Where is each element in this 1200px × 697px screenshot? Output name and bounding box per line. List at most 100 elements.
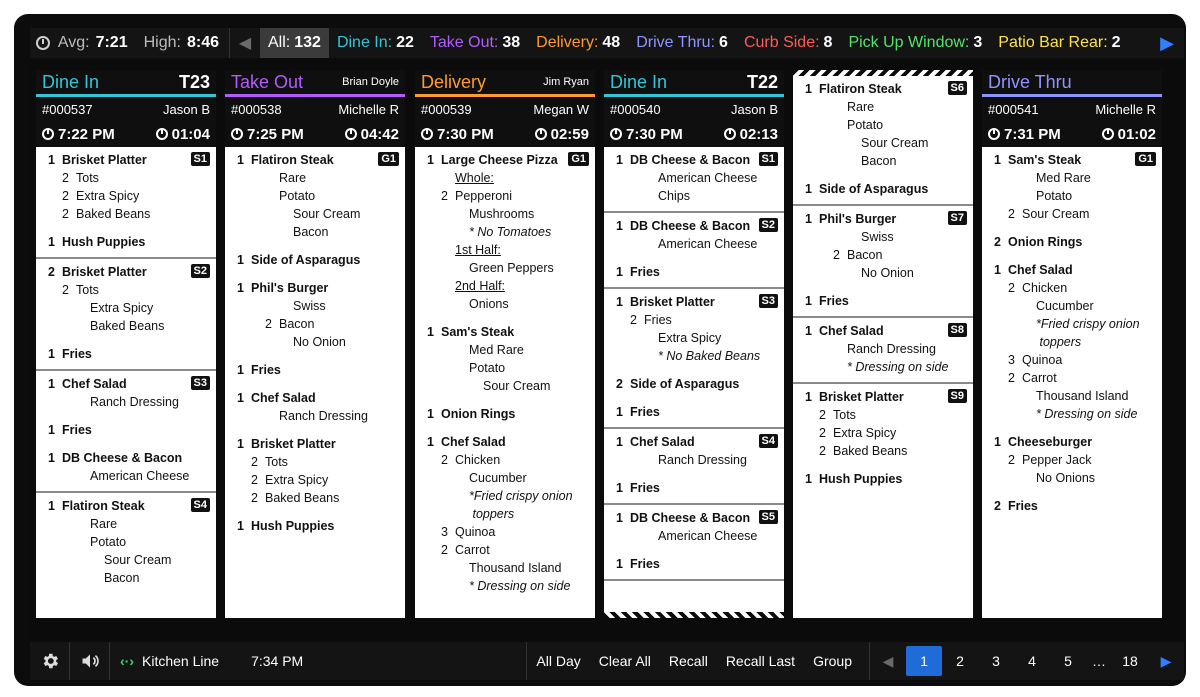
item-text: Pepperoni [455, 189, 512, 203]
item-text: Sour Cream [861, 136, 929, 150]
filters-next-arrow-icon[interactable]: ▶ [1150, 28, 1184, 58]
item-text: Baked Beans [90, 319, 165, 333]
order-type: Drive Thru [988, 71, 1072, 92]
item-line: 1 Brisket Platter [36, 151, 216, 169]
order-ticket[interactable]: Dine In T22 #000540 Jason B 7:30 PM 02:13 S1 1 D… [604, 70, 784, 618]
volume-speaker-icon[interactable] [70, 642, 110, 680]
page-button-1[interactable]: 1 [906, 646, 942, 676]
item-line: Green Peppers [415, 259, 595, 277]
filter-tab-6[interactable]: Pick Up Window: 3 [840, 28, 990, 58]
order-number: #000537 [42, 101, 93, 117]
seat-badge: S6 [947, 81, 967, 95]
seat-group[interactable]: S2 2 Brisket Platter 2 Tots Extra Spicy Baked … [36, 259, 216, 371]
order-type: Dine In [610, 71, 668, 92]
item-text: Thousand Island [1036, 389, 1129, 403]
seat-group[interactable]: S4 1 Chef Salad Ranch Dressing 1 Fries [604, 429, 784, 505]
item-line: Cucumber [415, 469, 595, 487]
item-line: 1 Hush Puppies [225, 517, 405, 535]
filter-tab-0[interactable]: All: 132 [260, 28, 329, 58]
filter-label: Pick Up Window: [848, 34, 970, 51]
item-qty: 2 [819, 444, 826, 458]
item-line: Thousand Island [415, 559, 595, 577]
seat-group[interactable]: S6 1 Flatiron Steak Rare Potato Sour Cream Bac… [793, 76, 973, 206]
item-text: Sam's Steak [1008, 153, 1082, 167]
page-prev-arrow-icon[interactable]: ◀ [870, 642, 906, 680]
order-ticket[interactable]: Take Out Brian Doyle #000538 Michelle R 7:25… [225, 70, 405, 618]
item-qty: 1 [805, 294, 812, 308]
item-text: Onion Rings [441, 407, 516, 421]
filter-tab-7[interactable]: Patio Bar Rear: 2 [990, 28, 1128, 58]
item-qty: 1 [427, 325, 434, 339]
item-qty: 2 [994, 235, 1001, 249]
seat-group[interactable]: S2 1 DB Cheese & Bacon American Cheese 1 Frie… [604, 213, 784, 289]
item-qty: 2 [441, 543, 448, 557]
item-qty: 1 [237, 253, 244, 267]
order-ticket[interactable]: Delivery Jim Ryan #000539 Megan W 7:30 PM 02:… [415, 70, 595, 618]
seat-group[interactable]: G1 1 Sam's Steak Med Rare Potato 2 Sour Cream 2… [982, 147, 1162, 521]
page-button-3[interactable]: 3 [978, 642, 1014, 680]
seat-group[interactable]: S1 1 Brisket Platter 2 Tots 2 Extra Spicy 2 Bake… [36, 147, 216, 259]
order-ticket[interactable]: Drive Thru #000541 Michelle R 7:31 PM 01:02 G… [982, 70, 1162, 618]
item-line: American Cheese [604, 169, 784, 187]
filter-count: 22 [396, 34, 414, 51]
seat-group[interactable]: G1 1 Flatiron Steak Rare Potato Sour Cream Bac… [225, 147, 405, 541]
page-button-4[interactable]: 4 [1014, 642, 1050, 680]
settings-gear-icon[interactable] [30, 642, 70, 680]
customer-name: Brian Doyle [342, 76, 399, 88]
order-time: 7:25 PM [231, 126, 304, 143]
page-button-2[interactable]: 2 [942, 642, 978, 680]
item-text: Brisket Platter [630, 295, 715, 309]
item-line: 1 Fries [604, 263, 784, 281]
filters-prev-arrow-icon[interactable]: ◀ [230, 28, 260, 58]
action-recall-button[interactable]: Recall [660, 642, 717, 680]
filter-tab-3[interactable]: Delivery: 48 [528, 28, 628, 58]
seat-group[interactable]: S5 1 DB Cheese & Bacon American Cheese 1 Frie… [604, 505, 784, 581]
seat-group[interactable]: S9 1 Brisket Platter 2 Tots 2 Extra Spicy 2 Bake… [793, 384, 973, 494]
page-button-5[interactable]: 5 [1050, 642, 1086, 680]
seat-group[interactable]: G1 1 Large Cheese Pizza Whole: 2 Pepperoni Mus… [415, 147, 595, 601]
seat-group[interactable]: S7 1 Phil's Burger Swiss 2 Bacon No Onion 1 Frie… [793, 206, 973, 318]
page-next-arrow-icon[interactable]: ▶ [1148, 642, 1184, 680]
item-line: Sour Cream [415, 377, 595, 395]
order-ticket[interactable]: S6 1 Flatiron Steak Rare Potato Sour Cream Bac… [793, 70, 973, 618]
item-line: Extra Spicy [36, 299, 216, 317]
item-text: Hush Puppies [251, 519, 335, 533]
item-text: Bacon [293, 225, 329, 239]
item-qty: 2 [1008, 453, 1015, 467]
item-qty: 2 [616, 377, 623, 391]
filter-count: 132 [294, 34, 321, 51]
action-all-day-button[interactable]: All Day [527, 642, 589, 680]
seat-group[interactable]: S8 1 Chef Salad Ranch Dressing * Dressing on… [793, 318, 973, 384]
filter-tab-1[interactable]: Dine In: 22 [329, 28, 422, 58]
item-line: 1 Fries [604, 555, 784, 573]
order-ticket[interactable]: Dine In T23 #000537 Jason B 7:22 PM 01:04 S1 1 B… [36, 70, 216, 618]
seat-group[interactable]: S3 1 Chef Salad Ranch Dressing 1 Fries 1 DB Che… [36, 371, 216, 493]
filter-tab-2[interactable]: Take Out: 38 [422, 28, 528, 58]
item-line: Mushrooms [415, 205, 595, 223]
item-line: Med Rare [415, 341, 595, 359]
seat-group[interactable]: S1 1 DB Cheese & Bacon American Cheese Chips [604, 147, 784, 213]
action-recall-last-button[interactable]: Recall Last [717, 642, 804, 680]
item-line: 2 Brisket Platter [36, 263, 216, 281]
filter-tab-4[interactable]: Drive Thru: 6 [628, 28, 736, 58]
action-group-button[interactable]: Group [804, 642, 861, 680]
seat-group[interactable]: S3 1 Brisket Platter 2 Fries Extra Spicy * No … [604, 289, 784, 429]
item-line: Potato [415, 359, 595, 377]
seat-group[interactable]: S4 1 Flatiron Steak Rare Potato Sour Cream Bac… [36, 493, 216, 593]
action-clear-all-button[interactable]: Clear All [590, 642, 660, 680]
item-line: 1 DB Cheese & Bacon [604, 509, 784, 527]
filter-tab-5[interactable]: Curb Side: 8 [736, 28, 841, 58]
item-qty: 1 [237, 391, 244, 405]
item-text: Hush Puppies [62, 235, 146, 249]
item-line: Swiss [793, 228, 973, 246]
item-qty: 1 [48, 451, 55, 465]
elapsed-value: 02:13 [739, 125, 778, 143]
item-text: Rare [279, 171, 307, 185]
station-selector[interactable]: ‹·› Kitchen Line [110, 642, 229, 680]
page-button-18[interactable]: 18 [1112, 642, 1148, 680]
current-time: 7:34 PM [251, 653, 304, 669]
item-text: Ranch Dressing [847, 342, 936, 356]
timer-icon [534, 127, 547, 140]
item-qty: 1 [427, 435, 434, 449]
item-line: 3 Quinoa [415, 523, 595, 541]
